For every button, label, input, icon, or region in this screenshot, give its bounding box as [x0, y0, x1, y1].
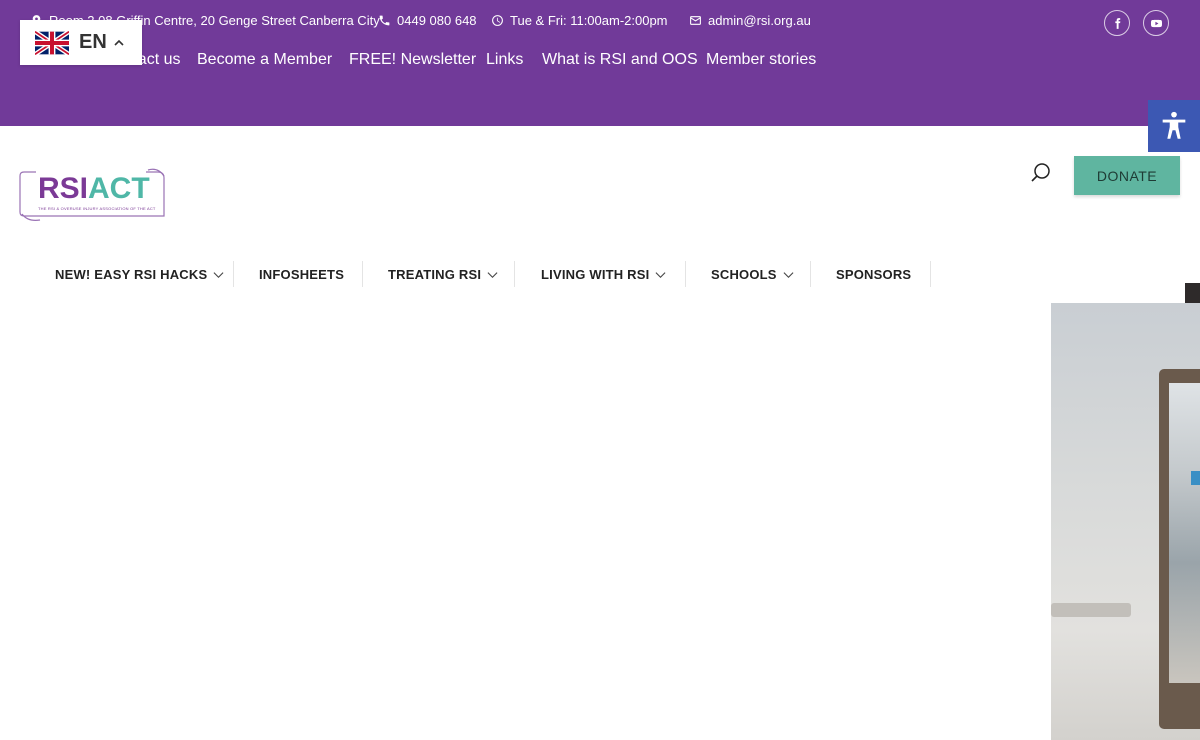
- topnav-what-is-rsi[interactable]: What is RSI and OOS: [542, 51, 698, 69]
- phone-icon: [379, 15, 390, 26]
- logo-tagline: THE RSI & OVERUSE INJURY ASSOCIATION OF …: [38, 206, 156, 211]
- site-logo[interactable]: RSIACT THE RSI & OVERUSE INJURY ASSOCIAT…: [18, 168, 168, 222]
- hours-text: Tue & Fri: 11:00am-2:00pm: [510, 13, 668, 28]
- topnav-become-member[interactable]: Become a Member: [197, 51, 332, 69]
- monitor-shape: [1159, 369, 1200, 729]
- nav-sponsors[interactable]: SPONSORS: [836, 261, 911, 287]
- nav-divider: [930, 261, 931, 287]
- chevron-down-icon: [213, 271, 224, 278]
- topnav-newsletter[interactable]: FREE! Newsletter: [349, 51, 476, 69]
- uk-flag-icon: [35, 30, 69, 55]
- hero-image: [1051, 303, 1200, 740]
- nav-treating-rsi[interactable]: TREATING RSI: [388, 261, 498, 287]
- logo-rsi: RSI: [38, 172, 89, 205]
- nav-label: LIVING WITH RSI: [541, 266, 650, 282]
- topnav-member-stories[interactable]: Member stories: [706, 51, 816, 69]
- accessibility-icon: [1162, 111, 1186, 139]
- nav-label: SCHOOLS: [711, 266, 777, 282]
- email-text: admin@rsi.org.au: [708, 13, 811, 28]
- nav-label: TREATING RSI: [388, 266, 482, 282]
- contact-info-row: Room 2.08 Griffin Centre, 20 Genge Stree…: [0, 13, 1200, 31]
- youtube-icon: [1150, 19, 1162, 27]
- language-code: EN: [79, 31, 107, 53]
- screen-highlight: [1191, 471, 1200, 485]
- hours-info: Tue & Fri: 11:00am-2:00pm: [491, 13, 668, 28]
- nav-divider: [685, 261, 686, 287]
- envelope-icon: [690, 16, 701, 25]
- nav-easy-rsi-hacks[interactable]: NEW! EASY RSI HACKS: [55, 261, 224, 287]
- search-icon[interactable]: [1030, 162, 1052, 184]
- desk-shadow: [1051, 603, 1131, 617]
- email-info[interactable]: admin@rsi.org.au: [689, 13, 811, 28]
- nav-divider: [233, 261, 234, 287]
- monitor-screen: [1169, 383, 1200, 683]
- nav-divider: [362, 261, 363, 287]
- nav-label: SPONSORS: [836, 266, 912, 282]
- nav-infosheets[interactable]: INFOSHEETS: [259, 261, 344, 287]
- phone-info[interactable]: 0449 080 648: [378, 13, 477, 28]
- nav-divider: [514, 261, 515, 287]
- nav-label: NEW! EASY RSI HACKS: [55, 266, 208, 282]
- language-switcher[interactable]: EN: [20, 20, 142, 65]
- nav-living-with-rsi[interactable]: LIVING WITH RSI: [541, 261, 666, 287]
- nav-divider: [810, 261, 811, 287]
- nav-label: INFOSHEETS: [259, 266, 345, 282]
- phone-text: 0449 080 648: [397, 13, 477, 28]
- clock-icon: [492, 15, 503, 26]
- accessibility-button[interactable]: [1148, 100, 1200, 152]
- chevron-up-icon: [114, 39, 124, 46]
- facebook-icon: [1114, 17, 1120, 29]
- chevron-down-icon: [783, 271, 794, 278]
- topnav-links[interactable]: Links: [486, 51, 523, 69]
- top-bar: Room 2.08 Griffin Centre, 20 Genge Stree…: [0, 0, 1200, 126]
- main-navigation: NEW! EASY RSI HACKS INFOSHEETS TREATING …: [0, 261, 1200, 287]
- nav-schools[interactable]: SCHOOLS: [711, 261, 794, 287]
- youtube-button[interactable]: [1143, 10, 1169, 36]
- chevron-down-icon: [487, 271, 498, 278]
- facebook-button[interactable]: [1104, 10, 1130, 36]
- logo-act: ACT: [88, 172, 150, 205]
- logo-text: RSIACT: [38, 174, 150, 204]
- chevron-down-icon: [655, 271, 666, 278]
- donate-button[interactable]: DONATE: [1074, 156, 1180, 195]
